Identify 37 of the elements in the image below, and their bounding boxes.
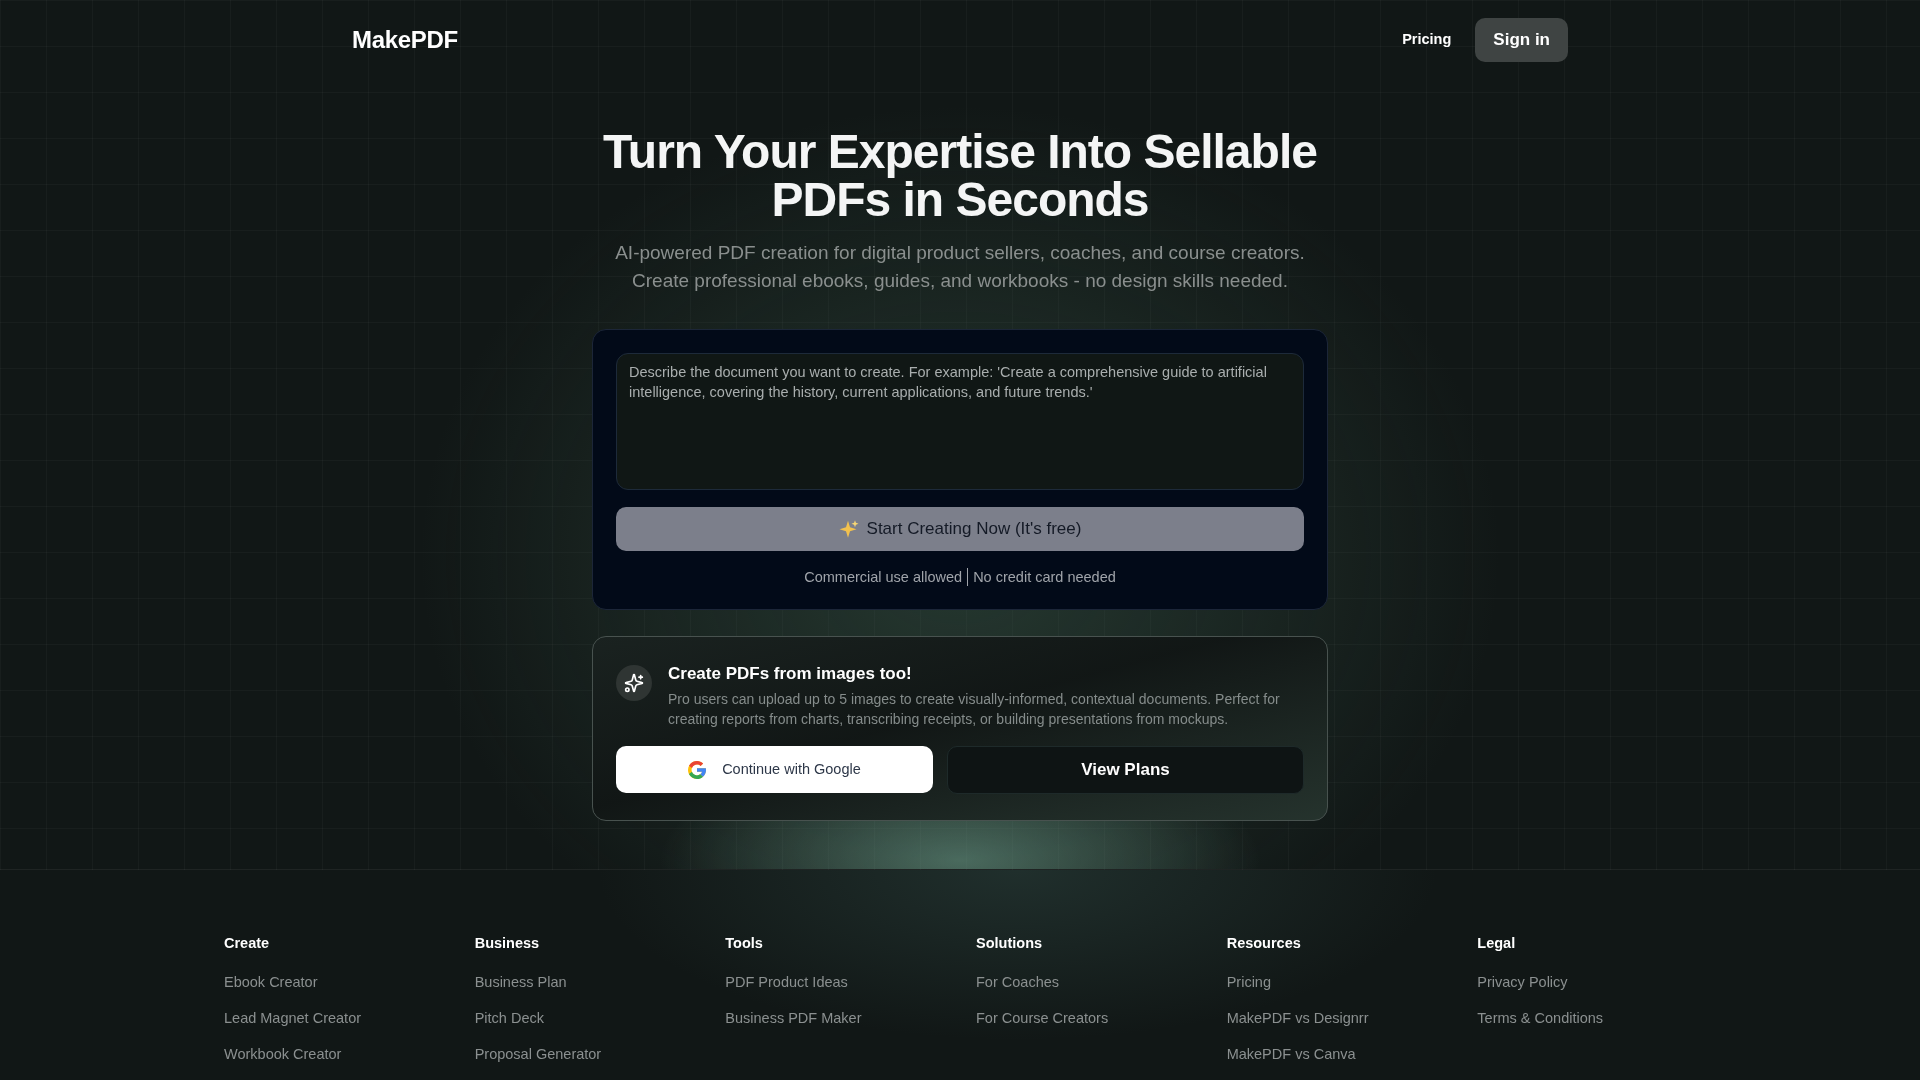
- footer-link[interactable]: Business PDF Maker: [725, 1008, 862, 1028]
- footer-heading: Legal: [1477, 934, 1516, 953]
- google-logo-icon: [688, 760, 707, 779]
- footer-link[interactable]: MakePDF vs Designrr: [1226, 1008, 1369, 1028]
- footer-heading: Tools: [725, 934, 763, 953]
- footer-link[interactable]: For Course Creators: [976, 1008, 1109, 1028]
- sparkles-icon: [838, 519, 859, 539]
- nav-link[interactable]: Pricing: [1402, 29, 1452, 51]
- prompt-field[interactable]: Describe the document you want to create. For example: 'Create a comprehensive guide to artificial intelligence, covering the history, current applications, and future trends.': [616, 353, 1304, 490]
- google-sign-in-button[interactable]: Continue with Google: [616, 746, 933, 793]
- footer-link[interactable]: Proposal Generator: [474, 1044, 602, 1064]
- view-plans-button[interactable]: View Plans: [946, 746, 1304, 794]
- card-description: Pro users can upload up to 5 images to create visually-informed, contextual documents. Perfect for creating reports from charts, transcribing receipts, or building presentations from mockups.: [668, 690, 1281, 729]
- footer-link[interactable]: Pitch Deck: [474, 1008, 544, 1028]
- sparkles-icon: [616, 665, 652, 701]
- note-text: Commercial use allowed: [804, 568, 963, 587]
- footer-link[interactable]: Workbook Creator: [224, 1044, 342, 1064]
- note-text: No credit card needed: [973, 568, 1116, 587]
- footer-heading: Resources: [1226, 934, 1301, 953]
- footer-link[interactable]: Pricing: [1226, 972, 1271, 992]
- footer-link[interactable]: Privacy Policy: [1477, 972, 1568, 992]
- footer-link[interactable]: PDF Product Ideas: [725, 972, 848, 992]
- footer-link[interactable]: Terms & Conditions: [1477, 1008, 1604, 1028]
- logo[interactable]: MakePDF: [352, 22, 458, 58]
- start-creating-button[interactable]: Start Creating Now (It's free): [616, 507, 1304, 551]
- footer-link[interactable]: Lead Magnet Creator: [224, 1008, 362, 1028]
- footer-heading: Business: [474, 934, 540, 953]
- footer-heading: Create: [224, 934, 270, 953]
- hero-title: Turn Your Expertise Into Sellable PDFs in Seconds: [602, 128, 1318, 224]
- hero-subtitle: AI-powered PDF creation for digital product sellers, coaches, and course creators. Create professional ebooks, guides, and workbooks - no design skills needed.: [614, 241, 1306, 293]
- footer-link[interactable]: Business Plan: [474, 972, 567, 992]
- sign-in-button[interactable]: Sign in: [1475, 18, 1568, 62]
- footer-link[interactable]: For Coaches: [976, 972, 1059, 992]
- card-title: Create PDFs from images too!: [668, 663, 913, 685]
- footer-link[interactable]: MakePDF vs Canva: [1226, 1044, 1356, 1064]
- footer-heading: Solutions: [976, 934, 1043, 953]
- footer-link[interactable]: Ebook Creator: [224, 972, 318, 992]
